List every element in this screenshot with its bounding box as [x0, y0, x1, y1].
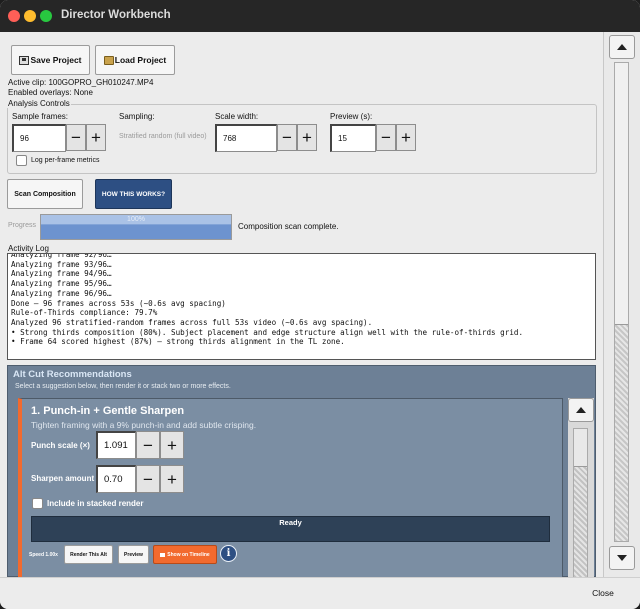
sharpen-amount-decrement[interactable]: −	[136, 465, 160, 493]
scale-width-increment[interactable]: +	[297, 124, 317, 151]
alt-cut-scroll-up[interactable]	[568, 398, 594, 422]
window-title: Director Workbench	[61, 9, 171, 21]
title-bar: Director Workbench	[0, 0, 640, 32]
card-description: Tighten framing with a 9% punch-in and a…	[31, 420, 257, 430]
info-icon[interactable]: i	[220, 545, 237, 562]
punch-scale-input[interactable]: 1.091	[96, 431, 136, 459]
main-scrollbar[interactable]	[603, 32, 640, 577]
log-line: Rule-of-Thirds compliance: 79.7%	[11, 308, 158, 318]
alt-cut-scroll-track[interactable]	[573, 428, 588, 577]
progress-percent: 100%	[127, 216, 145, 223]
minimize-window-icon[interactable]	[24, 10, 36, 22]
chevron-up-icon	[617, 44, 627, 50]
main-scroll-thumb[interactable]	[615, 63, 628, 325]
alt-cut-subtitle: Select a suggestion below, then render i…	[15, 383, 231, 390]
log-line: • Strong thirds composition (80%). Subje…	[11, 327, 524, 337]
render-status-bar: Ready	[31, 516, 550, 542]
analysis-controls-legend: Analysis Controls	[7, 99, 71, 108]
activity-log-legend: Activity Log	[7, 244, 50, 253]
sampling-value: Stratified random (full video)	[119, 133, 207, 140]
chevron-up-icon	[576, 407, 586, 413]
log-per-frame-label: Log per-frame metrics	[31, 157, 100, 164]
log-line: Analyzing frame 92/96…	[11, 253, 112, 259]
chevron-down-icon	[617, 555, 627, 561]
punch-scale-decrement[interactable]: −	[136, 431, 160, 459]
log-line: Analyzing frame 93/96…	[11, 259, 112, 269]
save-disk-icon	[19, 55, 30, 65]
alt-cut-panel: Alt Cut Recommendations Select a suggest…	[7, 365, 596, 577]
stacked-render-checkbox[interactable]	[32, 498, 43, 509]
stacked-render-label: Include in stacked render	[47, 499, 144, 508]
log-line: Analyzing frame 95/96…	[11, 279, 112, 289]
main-scroll-up[interactable]	[609, 35, 635, 59]
main-content: Save Project Load Project Active clip: 1…	[0, 32, 603, 577]
enabled-overlays-text: Enabled overlays: None	[8, 88, 93, 97]
progress-status: Composition scan complete.	[238, 222, 339, 231]
load-project-button[interactable]: Load Project	[95, 45, 175, 75]
log-line: Analyzing frame 94/96…	[11, 269, 112, 279]
preview-seconds-input[interactable]: 15	[330, 124, 376, 152]
dialog-footer: Close	[0, 577, 640, 609]
log-line: Done — 96 frames across 53s (~0.6s avg s…	[11, 298, 226, 308]
sample-frames-increment[interactable]: +	[86, 124, 106, 151]
show-on-timeline-label: Show on Timeline	[167, 551, 210, 558]
active-clip-text: Active clip: 100GOPRO_GH010247.MP4	[8, 78, 154, 87]
card-title: 1. Punch-in + Gentle Sharpen	[31, 405, 185, 417]
preview-seconds-increment[interactable]: +	[396, 124, 416, 151]
sampling-label: Sampling:	[119, 112, 155, 121]
log-line: Analyzing frame 96/96…	[11, 288, 112, 298]
punch-scale-label: Punch scale (×)	[31, 441, 90, 450]
show-on-timeline-button[interactable]: Show on Timeline	[153, 545, 217, 564]
how-this-works-button[interactable]: HOW THIS WORKS?	[95, 179, 172, 209]
timeline-icon	[160, 552, 166, 557]
scale-width-decrement[interactable]: −	[277, 124, 297, 151]
alt-cut-scroll-thumb[interactable]	[574, 429, 587, 467]
progress-bar: 100%	[40, 214, 232, 240]
sharpen-amount-input[interactable]: 0.70	[96, 465, 136, 493]
log-per-frame-checkbox[interactable]	[16, 155, 27, 166]
progress-label: Progress	[8, 222, 37, 229]
save-project-label: Save Project	[30, 55, 82, 65]
alt-cut-title: Alt Cut Recommendations	[13, 369, 132, 380]
main-scroll-track[interactable]	[614, 62, 629, 542]
activity-log[interactable]: Analyzing frame 92/96… Analyzing frame 93…	[7, 253, 596, 360]
alt-cut-scrollbar[interactable]	[568, 398, 594, 577]
folder-icon	[103, 55, 114, 65]
scale-width-label: Scale width:	[215, 112, 259, 121]
sample-frames-input[interactable]: 96	[12, 124, 66, 152]
sample-frames-decrement[interactable]: −	[66, 124, 86, 151]
preview-button[interactable]: Preview	[118, 545, 149, 564]
preview-seconds-decrement[interactable]: −	[376, 124, 396, 151]
close-window-icon[interactable]	[8, 10, 20, 22]
load-project-label: Load Project	[114, 55, 167, 65]
punch-scale-increment[interactable]: +	[160, 431, 184, 459]
sharpen-amount-increment[interactable]: +	[160, 465, 184, 493]
save-project-button[interactable]: Save Project	[11, 45, 90, 75]
sample-frames-label: Sample frames:	[12, 112, 69, 121]
render-this-alt-button[interactable]: Render This Alt	[64, 545, 113, 564]
alt-cut-card-1: 1. Punch-in + Gentle Sharpen Tighten fra…	[18, 398, 563, 577]
scale-width-input[interactable]: 768	[215, 124, 277, 152]
render-status-text: Ready	[279, 518, 302, 527]
log-line: Analyzed 96 stratified-random frames acr…	[11, 317, 373, 327]
sharpen-amount-label: Sharpen amount	[31, 474, 95, 483]
zoom-window-icon[interactable]	[40, 10, 52, 22]
close-button[interactable]: Close	[573, 581, 633, 605]
main-scroll-down[interactable]	[609, 546, 635, 570]
scan-composition-button[interactable]: Scan Composition	[7, 179, 83, 209]
speed-text: Speed 1.00x	[29, 552, 58, 558]
log-line: • Frame 64 scored highest (87%) — strong…	[11, 337, 345, 347]
app-window: Director Workbench Save Project Load Pro…	[0, 0, 640, 609]
preview-seconds-label: Preview (s):	[330, 112, 373, 121]
